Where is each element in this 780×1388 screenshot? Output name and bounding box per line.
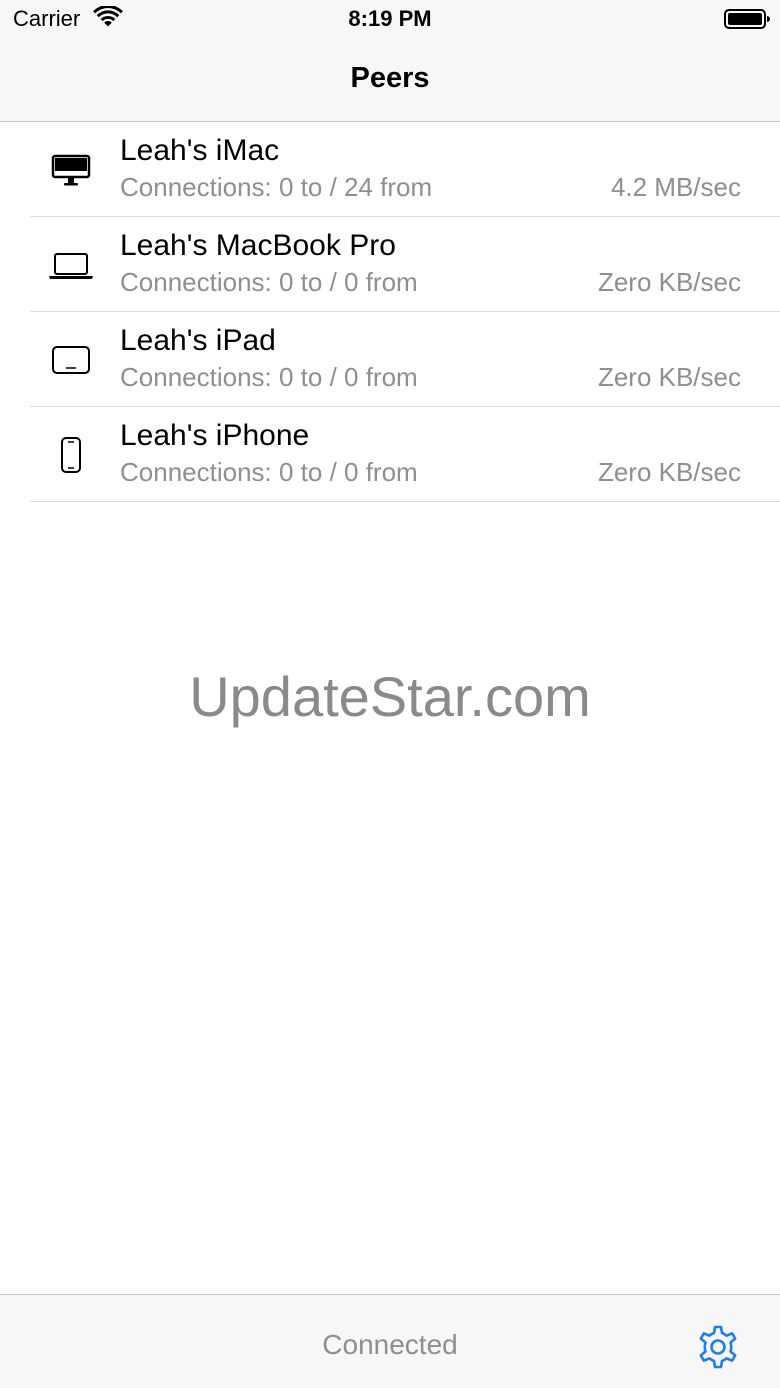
- battery-full-icon: [724, 9, 770, 29]
- peer-row-iphone[interactable]: Leah's iPhone Connections: 0 to / 0 from…: [30, 407, 780, 502]
- navigation-header: Carrier 8:19 PM Peers: [0, 0, 780, 122]
- peer-transfer-rate: Zero KB/sec: [597, 267, 741, 297]
- peer-name: Leah's MacBook Pro: [120, 229, 396, 262]
- peer-connections: Connections: 0 to / 0 from: [120, 362, 418, 392]
- peer-name: Leah's iPhone: [120, 419, 310, 452]
- peer-row-macbook[interactable]: Leah's MacBook Pro Connections: 0 to / 0…: [30, 217, 780, 312]
- imac-icon: [51, 154, 91, 186]
- peer-row-ipad[interactable]: Leah's iPad Connections: 0 to / 0 from Z…: [30, 312, 780, 407]
- peer-connections: Connections: 0 to / 24 from: [120, 172, 433, 202]
- page-title: Peers: [350, 62, 430, 94]
- status-time: 8:19 PM: [348, 6, 432, 31]
- watermark-text: UpdateStar.com: [189, 665, 591, 728]
- peer-connections: Connections: 0 to / 0 from: [120, 457, 418, 487]
- macbook-icon: [49, 253, 93, 279]
- peer-transfer-rate: Zero KB/sec: [597, 457, 741, 487]
- peer-name: Leah's iPad: [120, 324, 276, 357]
- status-bar: Carrier 8:19 PM: [0, 0, 780, 40]
- iphone-icon: [61, 437, 81, 473]
- bottom-toolbar: Connected: [0, 1294, 780, 1388]
- peer-transfer-rate: 4.2 MB/sec: [610, 172, 741, 202]
- peer-list: Leah's iMac Connections: 0 to / 24 from …: [0, 122, 780, 502]
- peer-row-imac[interactable]: Leah's iMac Connections: 0 to / 24 from …: [30, 122, 780, 217]
- ipad-icon: [52, 346, 90, 374]
- peer-connections: Connections: 0 to / 0 from: [120, 267, 418, 297]
- peer-transfer-rate: Zero KB/sec: [597, 362, 741, 392]
- peer-name: Leah's iMac: [120, 134, 280, 167]
- gear-icon[interactable]: [694, 1323, 742, 1371]
- connection-status: Connected: [322, 1329, 458, 1360]
